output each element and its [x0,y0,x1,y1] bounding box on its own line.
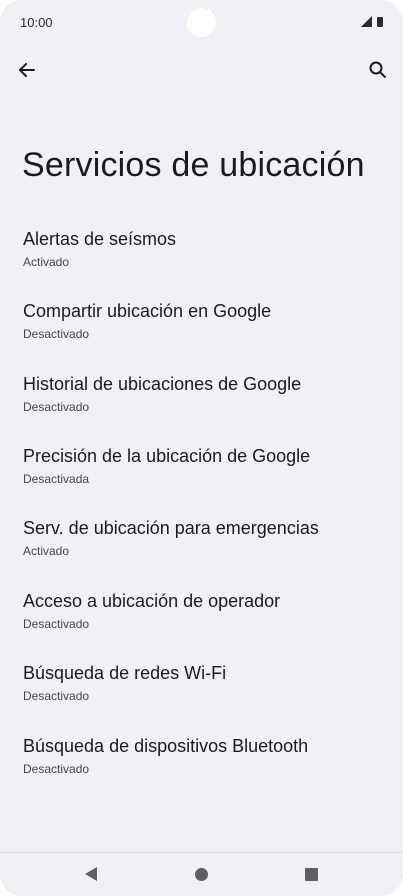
item-status: Desactivado [23,617,90,631]
arrow-back-icon[interactable] [14,57,40,83]
home-circle-icon[interactable] [195,868,208,881]
top-app-bar [0,50,403,90]
item-status: Desactivado [23,327,90,341]
navigation-bar [0,852,403,896]
item-title: Alertas de seísmos [23,229,177,249]
list-item-google-location-sharing[interactable]: Compartir ubicación en Google Desactivad… [0,301,403,359]
nav-divider [0,852,403,853]
phone-screen: 10:00 Servicios de ubicación Alertas de … [0,0,403,896]
camera-cutout [187,8,216,37]
list-item-bluetooth-scanning[interactable]: Búsqueda de dispositivos Bluetooth Desac… [0,736,403,794]
item-title: Historial de ubicaciones de Google [23,374,302,394]
status-bar: 10:00 [0,0,403,46]
back-triangle-icon[interactable] [84,866,98,882]
page-title: Servicios de ubicación [22,146,365,184]
list-item-emergency-location-service[interactable]: Serv. de ubicación para emergencias Acti… [0,518,403,576]
item-title: Precisión de la ubicación de Google [23,446,311,466]
item-title: Búsqueda de dispositivos Bluetooth [23,736,309,756]
item-status: Desactivado [23,400,90,414]
item-status: Activado [23,544,70,558]
list-item-wifi-scanning[interactable]: Búsqueda de redes Wi-Fi Desactivado [0,663,403,721]
list-item-carrier-location-access[interactable]: Acceso a ubicación de operador Desactiva… [0,591,403,649]
list-item-google-location-history[interactable]: Historial de ubicaciones de Google Desac… [0,374,403,432]
item-title: Serv. de ubicación para emergencias [23,518,319,538]
status-time: 10:00 [20,15,53,30]
signal-icon [361,16,372,27]
list-item-google-location-accuracy[interactable]: Precisión de la ubicación de Google Desa… [0,446,403,504]
item-status: Desactivado [23,689,90,703]
item-status: Activado [23,255,70,269]
item-status: Desactivado [23,762,90,776]
item-title: Búsqueda de redes Wi-Fi [23,663,227,683]
recents-square-icon[interactable] [305,868,318,881]
search-icon[interactable] [365,57,391,83]
item-title: Acceso a ubicación de operador [23,591,281,611]
status-icons [361,16,383,27]
item-title: Compartir ubicación en Google [23,301,272,321]
battery-icon [377,17,383,27]
list-item-earthquake-alerts[interactable]: Alertas de seísmos Activado [0,229,403,287]
item-status: Desactivada [23,472,90,486]
